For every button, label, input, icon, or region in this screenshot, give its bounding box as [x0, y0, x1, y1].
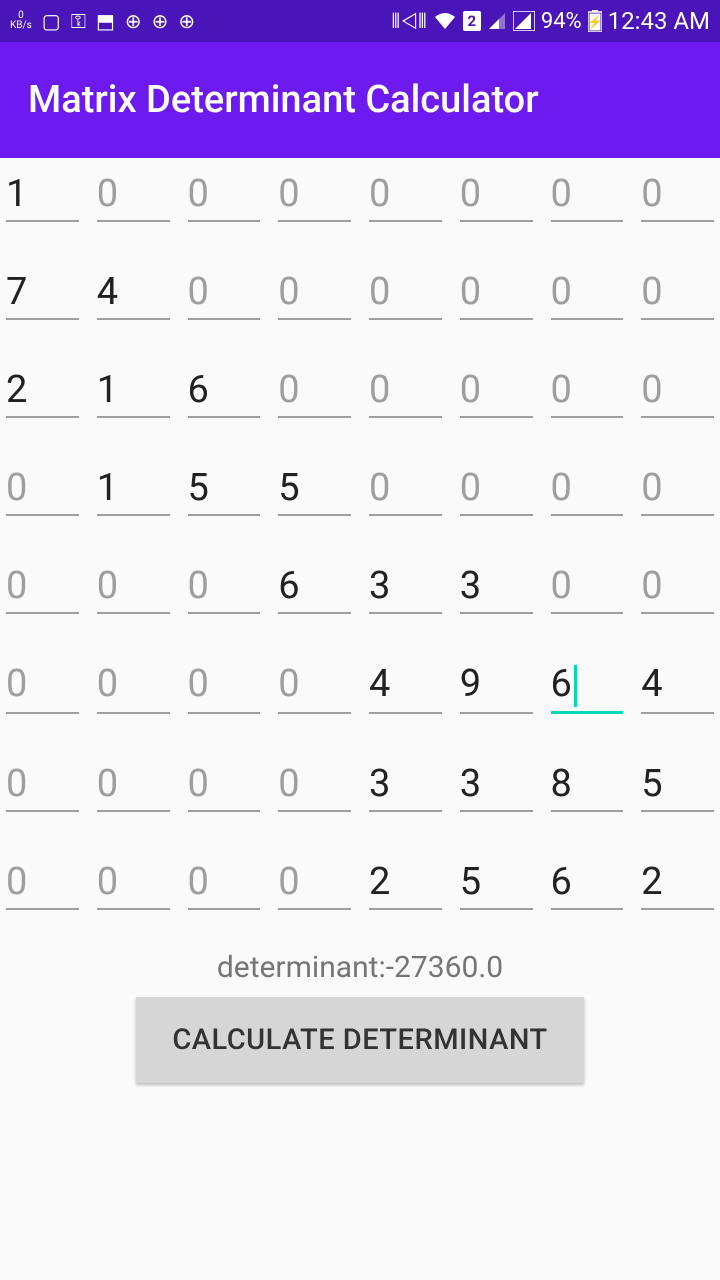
matrix-row: 01550000 [6, 460, 714, 516]
matrix-cell[interactable]: 0 [551, 264, 624, 320]
key-icon: ⚿ [71, 9, 86, 33]
matrix-cell[interactable]: 0 [460, 460, 533, 516]
matrix-cell[interactable]: 4 [641, 656, 714, 714]
matrix-cell[interactable]: 1 [6, 166, 79, 222]
matrix-cell[interactable]: 0 [551, 166, 624, 222]
matrix-cell[interactable]: 0 [641, 264, 714, 320]
matrix-cell[interactable]: 0 [278, 362, 351, 418]
matrix-cell[interactable]: 9 [460, 656, 533, 714]
svg-text:⚡: ⚡ [588, 15, 602, 29]
status-left: 0KB/s ▢ ⚿ ⬒ ⊕ ⊕ ⊕ [10, 9, 195, 33]
clock-text: 12:43 AM [608, 7, 710, 35]
matrix-cell[interactable]: 0 [188, 558, 261, 614]
matrix-cell[interactable]: 3 [369, 756, 442, 812]
matrix-cell[interactable]: 5 [641, 756, 714, 812]
matrix-row: 10000000 [6, 166, 714, 222]
matrix-row: 74000000 [6, 264, 714, 320]
app-title: Matrix Determinant Calculator [28, 78, 539, 122]
matrix-cell[interactable]: 0 [6, 854, 79, 910]
matrix-cell[interactable]: 8 [551, 756, 624, 812]
matrix-cell[interactable]: 0 [551, 460, 624, 516]
matrix-cell[interactable]: 0 [6, 656, 79, 714]
status-right: ⦀◁⦀ 2 94% ⚡ 12:43 AM [391, 7, 710, 35]
matrix-cell[interactable]: 4 [97, 264, 170, 320]
matrix-row: 21600000 [6, 362, 714, 418]
matrix-cell[interactable]: 0 [369, 166, 442, 222]
matrix-cell[interactable]: 4 [369, 656, 442, 714]
matrix-cell[interactable]: 0 [97, 756, 170, 812]
matrix-cell[interactable]: 0 [641, 166, 714, 222]
battery-text: 94% [541, 9, 582, 34]
result-area: determinant:-27360.0 CALCULATE DETERMINA… [0, 950, 720, 1083]
matrix-cell[interactable]: 5 [188, 460, 261, 516]
plus-circle-icon: ⊕ [125, 9, 142, 33]
matrix-cell[interactable]: 0 [551, 558, 624, 614]
matrix-cell[interactable]: 0 [188, 656, 261, 714]
matrix-cell[interactable]: 6 [551, 656, 624, 714]
plus-circle-icon: ⊕ [152, 9, 169, 33]
matrix-cell[interactable]: 2 [369, 854, 442, 910]
matrix-cell[interactable]: 0 [278, 854, 351, 910]
matrix-row: 00002562 [6, 854, 714, 910]
matrix-cell[interactable]: 0 [641, 558, 714, 614]
matrix-cell[interactable]: 0 [278, 166, 351, 222]
app-bar: Matrix Determinant Calculator [0, 42, 720, 158]
matrix-cell[interactable]: 0 [369, 264, 442, 320]
signal-icon [513, 11, 535, 31]
matrix-row: 00063300 [6, 558, 714, 614]
matrix-cell[interactable]: 0 [97, 558, 170, 614]
matrix-cell[interactable]: 0 [188, 166, 261, 222]
matrix-cell[interactable]: 0 [278, 656, 351, 714]
matrix-cell[interactable]: 0 [6, 460, 79, 516]
matrix-row: 00003385 [6, 756, 714, 812]
matrix-cell[interactable]: 0 [369, 362, 442, 418]
result-text: determinant:-27360.0 [0, 950, 720, 985]
matrix-cell[interactable]: 6 [278, 558, 351, 614]
matrix-cell[interactable]: 6 [551, 854, 624, 910]
matrix-cell[interactable]: 0 [278, 756, 351, 812]
image-icon: ▢ [42, 9, 61, 33]
matrix-cell[interactable]: 0 [6, 558, 79, 614]
matrix-cell[interactable]: 2 [6, 362, 79, 418]
matrix-cell[interactable]: 0 [641, 460, 714, 516]
matrix-cell[interactable]: 3 [460, 558, 533, 614]
matrix-cell[interactable]: 0 [369, 460, 442, 516]
matrix-cell[interactable]: 5 [278, 460, 351, 516]
matrix-cell[interactable]: 5 [460, 854, 533, 910]
matrix-cell[interactable]: 0 [188, 264, 261, 320]
sim-icon: 2 [463, 11, 481, 31]
matrix-cell[interactable]: 0 [460, 166, 533, 222]
matrix-cell[interactable]: 0 [188, 854, 261, 910]
matrix-grid: 1000000074000000216000000155000000063300… [0, 158, 720, 960]
matrix-cell[interactable]: 7 [6, 264, 79, 320]
matrix-cell[interactable]: 0 [641, 362, 714, 418]
matrix-cell[interactable]: 2 [641, 854, 714, 910]
plus-circle-icon: ⊕ [178, 9, 195, 33]
matrix-cell[interactable]: 0 [97, 166, 170, 222]
battery-icon: ⚡ [588, 10, 602, 32]
matrix-cell[interactable]: 1 [97, 362, 170, 418]
usb-icon: ⬒ [96, 9, 115, 33]
matrix-cell[interactable]: 0 [6, 756, 79, 812]
status-bar: 0KB/s ▢ ⚿ ⬒ ⊕ ⊕ ⊕ ⦀◁⦀ 2 94% ⚡ 12:43 AM [0, 0, 720, 42]
network-speed-icon: 0KB/s [10, 11, 32, 31]
matrix-row: 00004964 [6, 656, 714, 714]
matrix-cell[interactable]: 0 [188, 756, 261, 812]
calculate-button[interactable]: CALCULATE DETERMINANT [136, 997, 583, 1083]
matrix-cell[interactable]: 1 [97, 460, 170, 516]
matrix-cell[interactable]: 0 [460, 264, 533, 320]
signal-icon [487, 11, 507, 31]
matrix-cell[interactable]: 3 [460, 756, 533, 812]
matrix-cell[interactable]: 6 [188, 362, 261, 418]
matrix-cell[interactable]: 0 [551, 362, 624, 418]
matrix-cell[interactable]: 0 [97, 854, 170, 910]
matrix-cell[interactable]: 0 [278, 264, 351, 320]
matrix-cell[interactable]: 0 [97, 656, 170, 714]
matrix-cell[interactable]: 3 [369, 558, 442, 614]
wifi-icon [433, 11, 457, 31]
vibrate-icon: ⦀◁⦀ [391, 9, 426, 33]
matrix-cell[interactable]: 0 [460, 362, 533, 418]
